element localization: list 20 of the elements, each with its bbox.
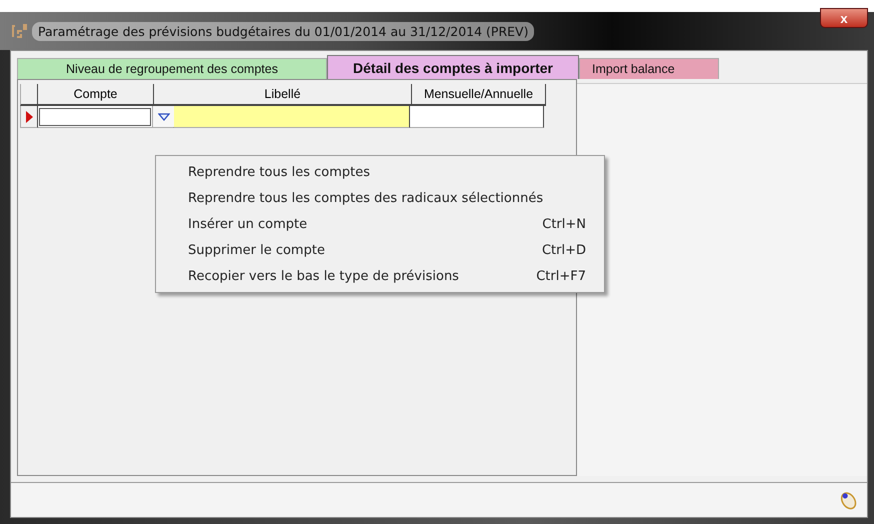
menu-item[interactable]: Supprimer le compte Ctrl+D [156,237,604,263]
caret-icon [158,112,170,120]
menu-item[interactable]: Recopier vers le bas le type de prévisions Ctrl+F7 [156,263,604,289]
window-title: Paramétrage des prévisions budgétaires du 01/01/2014 au 31/12/2014 (PREV) [32,22,534,40]
dropdown-button[interactable] [152,106,174,127]
shortcut-label: Ctrl+F7 [536,268,586,284]
menu-item[interactable]: Insérer un compte Ctrl+N [156,211,604,237]
shortcut-label: Ctrl+N [542,216,586,232]
tab[interactable]: Détail des comptes à importer [327,55,579,79]
column-header[interactable]: Compte [38,84,154,106]
column-header[interactable]: Libellé [154,84,412,106]
shortcut-label: Ctrl+D [542,242,586,258]
column-header[interactable]: Mensuelle/Annuelle [412,84,546,106]
menu-item[interactable]: Reprendre tous les comptes [156,159,604,185]
menu-item[interactable]: Reprendre tous les comptes des radicaux sélectionnés [156,185,604,211]
numbers-icon [10,22,28,40]
tab[interactable]: Niveau de regroupement des comptes [17,58,327,79]
account-field[interactable] [38,106,174,128]
close-button[interactable]: x [820,8,868,28]
tab[interactable]: Import balance [579,58,719,79]
